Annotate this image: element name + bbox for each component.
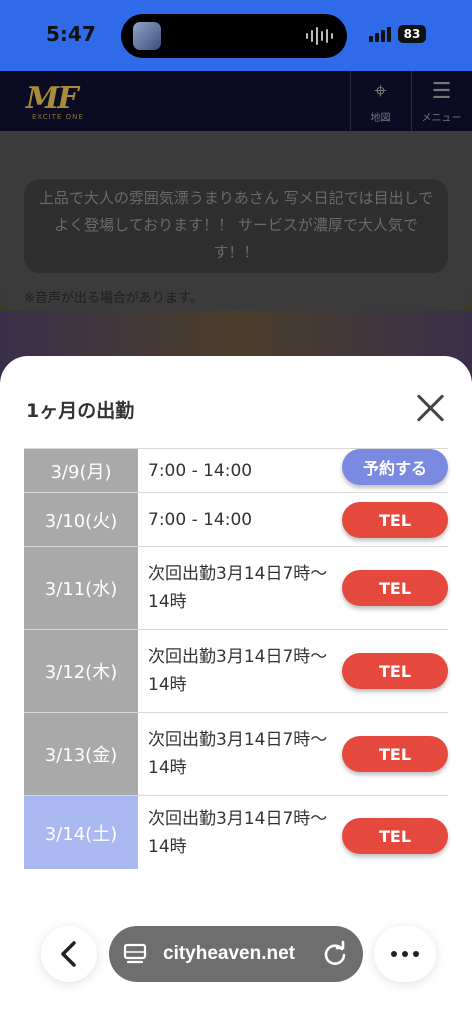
audio-waveform-icon bbox=[306, 26, 333, 46]
address-bar[interactable]: cityheaven.net bbox=[109, 926, 363, 982]
url-text: cityheaven.net bbox=[163, 943, 295, 964]
hours-text: 次回出勤3月14日7時〜14時 bbox=[148, 730, 328, 778]
status-bar: 5:47 83 bbox=[0, 0, 472, 71]
schedule-row: 3/11(水) 次回出勤3月14日7時〜14時 TEL bbox=[24, 546, 448, 629]
site-logo-sub: EXCITE ONE bbox=[32, 113, 84, 121]
intro-text: 上品で大人の雰囲気漂うまりあさん 写メ日記では目出しでよく登場しております！！ … bbox=[24, 179, 448, 273]
schedule-row: 3/9(月) 7:00 - 14:00 予約する bbox=[24, 448, 448, 492]
audio-note: ※音声が出る場合があります。 bbox=[24, 291, 203, 306]
ellipsis-icon bbox=[391, 951, 397, 957]
date-cell-today: 3/14(土) bbox=[24, 796, 138, 869]
hours-text: 7:00 - 14:00 bbox=[148, 460, 253, 481]
tel-button[interactable]: TEL bbox=[342, 736, 448, 772]
schedule-row: 3/10(火) 7:00 - 14:00 TEL bbox=[24, 492, 448, 546]
site-logo[interactable]: MF bbox=[26, 81, 78, 116]
schedule-row: 3/12(木) 次回出勤3月14日7時〜14時 TEL bbox=[24, 629, 448, 712]
hamburger-icon: ☰ bbox=[431, 79, 452, 104]
map-label: 地図 bbox=[370, 113, 391, 124]
now-playing-artwork bbox=[133, 22, 161, 50]
tel-button[interactable]: TEL bbox=[342, 818, 448, 854]
schedule-row-today: 3/14(土) 次回出勤3月14日7時〜14時 TEL bbox=[24, 795, 448, 869]
date-cell: 3/10(火) bbox=[24, 493, 138, 546]
menu-button[interactable]: ☰ メニュー bbox=[411, 71, 471, 131]
tel-button[interactable]: TEL bbox=[342, 570, 448, 606]
site-header: MF EXCITE ONE ⌖ 地図 ☰ メニュー bbox=[0, 71, 472, 131]
page-settings-icon[interactable] bbox=[123, 942, 147, 966]
sheet-title: 1ヶ月の出勤 bbox=[26, 400, 135, 422]
tel-button[interactable]: TEL bbox=[342, 653, 448, 689]
date-cell: 3/9(月) bbox=[24, 449, 138, 492]
date-cell: 3/13(金) bbox=[24, 713, 138, 795]
hours-text: 次回出勤3月14日7時〜14時 bbox=[148, 808, 328, 857]
hours-text: 次回出勤3月14日7時〜14時 bbox=[148, 647, 328, 695]
hours-text: 次回出勤3月14日7時〜14時 bbox=[148, 564, 328, 612]
dynamic-island[interactable] bbox=[121, 14, 347, 58]
map-pin-icon: ⌖ bbox=[374, 79, 387, 104]
reserve-button[interactable]: 予約する bbox=[342, 449, 448, 485]
back-button[interactable] bbox=[41, 926, 97, 982]
schedule-sheet: 1ヶ月の出勤 3/9(月) 7:00 - 14:00 予約する 3/10(火) … bbox=[0, 356, 472, 1024]
reload-icon[interactable] bbox=[321, 940, 349, 968]
chevron-left-icon bbox=[61, 941, 76, 967]
battery-icon: 83 bbox=[398, 25, 426, 43]
schedule-table: 3/9(月) 7:00 - 14:00 予約する 3/10(火) 7:00 - … bbox=[24, 448, 448, 869]
menu-label: メニュー bbox=[421, 113, 462, 124]
hours-text: 7:00 - 14:00 bbox=[148, 509, 253, 530]
map-button[interactable]: ⌖ 地図 bbox=[350, 71, 410, 131]
schedule-row: 3/13(金) 次回出勤3月14日7時〜14時 TEL bbox=[24, 712, 448, 795]
date-cell: 3/12(木) bbox=[24, 630, 138, 712]
profile-card: 上品で大人の雰囲気漂うまりあさん 写メ日記では目出しでよく登場しております！！ … bbox=[0, 121, 472, 311]
cellular-signal-icon bbox=[369, 27, 391, 42]
date-cell: 3/11(水) bbox=[24, 547, 138, 629]
clock: 5:47 bbox=[46, 22, 96, 46]
more-options-button[interactable] bbox=[374, 926, 436, 982]
close-icon[interactable] bbox=[410, 388, 450, 428]
tel-button[interactable]: TEL bbox=[342, 502, 448, 538]
